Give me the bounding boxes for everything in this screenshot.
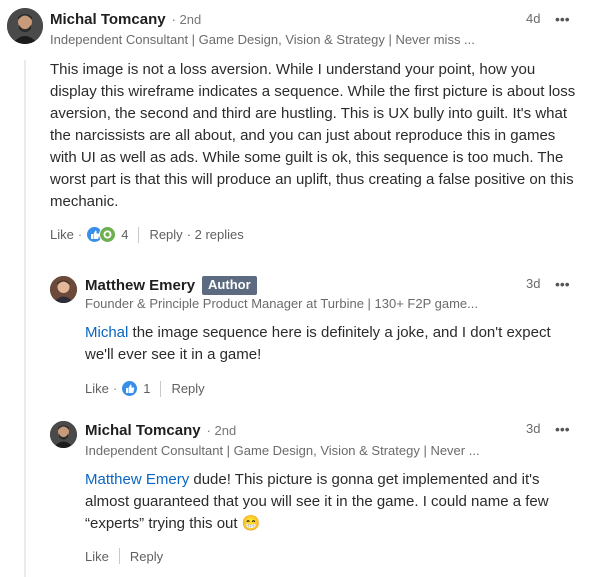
reply-button[interactable]: Reply bbox=[171, 381, 204, 396]
connection-degree: · 2nd bbox=[206, 423, 237, 438]
timestamp: 3d bbox=[526, 421, 541, 436]
profile-photo-icon bbox=[50, 421, 77, 448]
more-horizontal-icon[interactable]: ••• bbox=[555, 276, 570, 292]
avatar[interactable] bbox=[7, 8, 43, 44]
like-icon bbox=[121, 380, 139, 397]
thread-connector-line bbox=[24, 60, 26, 577]
divider bbox=[160, 380, 162, 397]
connection-degree: · 2nd bbox=[171, 12, 202, 27]
separator-dot: · bbox=[112, 381, 118, 396]
timestamp: 4d bbox=[526, 11, 541, 26]
commenter-name[interactable]: Michal Tomcany bbox=[85, 422, 201, 439]
reply-button[interactable]: Reply bbox=[130, 549, 163, 564]
divider bbox=[118, 548, 120, 564]
comment-body: This image is not a loss aversion. While… bbox=[50, 61, 576, 210]
like-button[interactable]: Like bbox=[50, 227, 74, 242]
like-button[interactable]: Like bbox=[85, 381, 109, 396]
avatar[interactable] bbox=[50, 276, 77, 303]
reply-button[interactable]: Reply bbox=[149, 227, 182, 242]
reactions[interactable] bbox=[121, 380, 139, 397]
comment-body: Matthew Emery dude! This picture is gonn… bbox=[85, 469, 585, 535]
profile-photo-icon bbox=[7, 8, 43, 44]
reactions[interactable] bbox=[86, 226, 117, 243]
grinning-emoji-icon: 😁 bbox=[241, 515, 261, 532]
commenter-headline: Founder & Principle Product Manager at T… bbox=[85, 296, 478, 311]
profile-photo-icon bbox=[50, 276, 77, 303]
author-line: Michal Tomcany · 2nd bbox=[85, 422, 236, 439]
mention-link[interactable]: Matthew Emery bbox=[85, 471, 189, 488]
avatar[interactable] bbox=[50, 421, 77, 448]
reaction-count[interactable]: 4 bbox=[121, 227, 128, 242]
timestamp: 3d bbox=[526, 276, 541, 291]
like-button[interactable]: Like bbox=[85, 549, 109, 564]
more-horizontal-icon[interactable]: ••• bbox=[555, 11, 570, 27]
commenter-name[interactable]: Matthew Emery bbox=[85, 277, 195, 294]
commenter-headline: Independent Consultant | Game Design, Vi… bbox=[50, 32, 475, 47]
comment-text: the image sequence here is definitely a … bbox=[85, 324, 551, 363]
author-badge: Author bbox=[202, 276, 257, 295]
reaction-count[interactable]: 1 bbox=[143, 381, 150, 396]
comment-actions: Like · 4 Reply · 2 replies bbox=[50, 226, 244, 243]
comment-actions: Like · 1 Reply bbox=[85, 380, 205, 397]
support-icon bbox=[99, 226, 117, 243]
commenter-name[interactable]: Michal Tomcany bbox=[50, 11, 166, 28]
comment-body: Michal the image sequence here is defini… bbox=[85, 322, 565, 366]
comment-actions: Like Reply bbox=[85, 548, 163, 564]
divider bbox=[138, 226, 140, 243]
more-horizontal-icon[interactable]: ••• bbox=[555, 421, 570, 437]
mention-link[interactable]: Michal bbox=[85, 324, 128, 341]
author-line: Matthew Emery Author bbox=[85, 276, 257, 295]
commenter-headline: Independent Consultant | Game Design, Vi… bbox=[85, 443, 480, 458]
author-line: Michal Tomcany · 2nd bbox=[50, 11, 201, 28]
separator-dot: · bbox=[77, 227, 83, 242]
replies-count[interactable]: · 2 replies bbox=[187, 227, 244, 242]
